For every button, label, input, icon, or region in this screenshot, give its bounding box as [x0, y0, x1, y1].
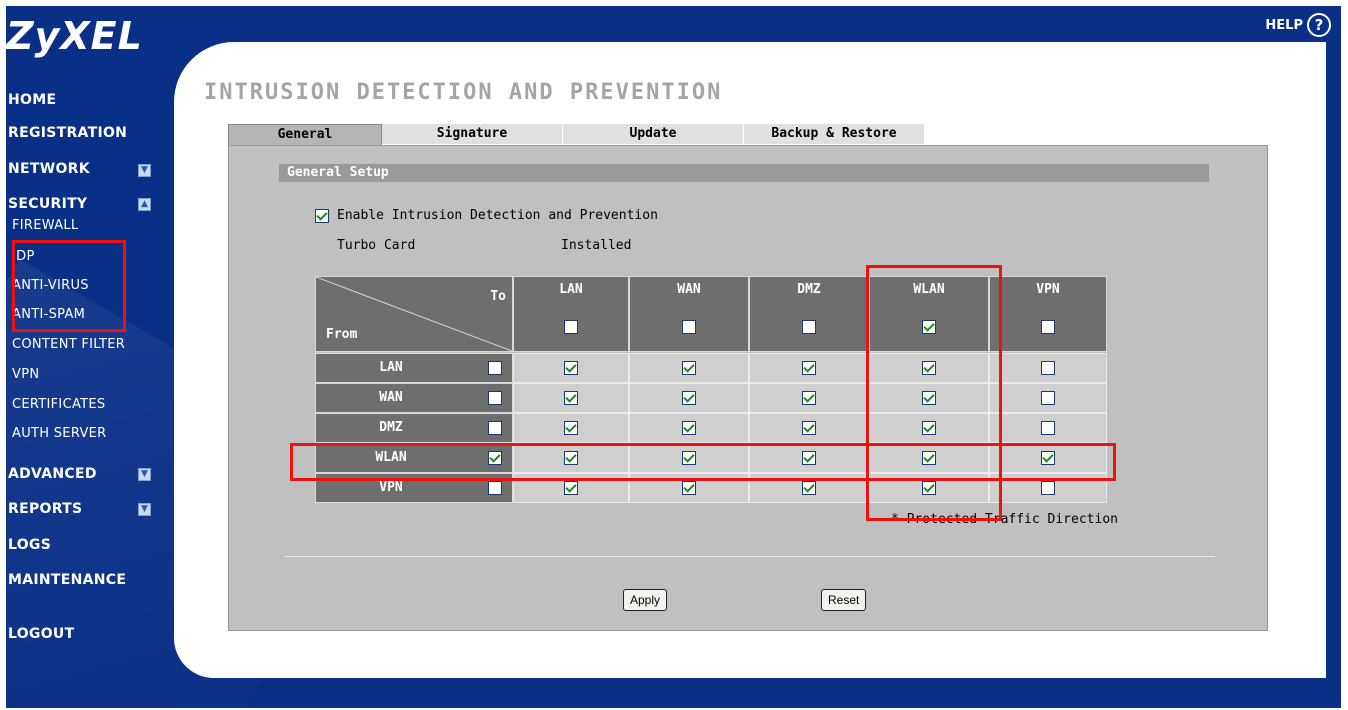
direction-checkbox[interactable]	[802, 481, 816, 495]
collapse-icon[interactable]: ▲	[138, 198, 151, 211]
direction-checkbox[interactable]	[564, 481, 578, 495]
nav-home[interactable]: HOME	[8, 92, 56, 108]
tab-update[interactable]: Update	[563, 124, 744, 144]
row-header-lan: LAN	[315, 353, 513, 383]
matrix-cell	[989, 413, 1107, 443]
direction-checkbox[interactable]	[802, 361, 816, 375]
direction-checkbox[interactable]	[682, 481, 696, 495]
col-all-checkbox[interactable]	[682, 319, 696, 334]
row-header-wan: WAN	[315, 383, 513, 413]
enable-idp-row: Enable Intrusion Detection and Preventio…	[315, 208, 658, 223]
row-label: DMZ	[379, 420, 403, 435]
nav-logs[interactable]: LOGS	[8, 537, 51, 553]
direction-checkbox[interactable]	[1041, 421, 1055, 435]
col-header-lan: LAN	[513, 276, 629, 352]
tab-general[interactable]: General	[228, 124, 382, 146]
direction-checkbox[interactable]	[564, 361, 578, 375]
nav-vpn[interactable]: VPN	[12, 367, 39, 382]
matrix-cell	[513, 383, 629, 413]
page-title: INTRUSION DETECTION AND PREVENTION	[204, 80, 723, 105]
sidebar-nav: HOME REGISTRATION NETWORK ▼ SECURITY ▲ F…	[6, 6, 166, 706]
highlight-box	[12, 240, 126, 332]
matrix-cell	[629, 353, 749, 383]
nav-content-filter[interactable]: CONTENT FILTER	[12, 337, 125, 352]
col-header-dmz: DMZ	[749, 276, 869, 352]
highlight-box	[866, 265, 1002, 521]
apply-button[interactable]: Apply	[623, 589, 668, 611]
col-all-checkbox[interactable]	[564, 319, 578, 334]
section-title: General Setup	[279, 164, 1209, 182]
general-panel: General Setup Enable Intrusion Detection…	[228, 145, 1268, 631]
turbo-card-label: Turbo Card	[337, 238, 416, 253]
col-label: WAN	[677, 282, 701, 297]
row-label: WAN	[379, 390, 403, 405]
row-all-checkbox[interactable]	[488, 481, 502, 495]
matrix-cell	[749, 383, 869, 413]
direction-checkbox[interactable]	[682, 361, 696, 375]
nav-registration[interactable]: REGISTRATION	[8, 125, 127, 141]
direction-checkbox[interactable]	[682, 421, 696, 435]
matrix-cell	[749, 353, 869, 383]
expand-icon[interactable]: ▼	[138, 503, 151, 516]
turbo-card-value: Installed	[561, 238, 632, 253]
direction-checkbox[interactable]	[564, 421, 578, 435]
nav-reports[interactable]: REPORTS	[8, 501, 82, 517]
col-label: DMZ	[797, 282, 821, 297]
direction-checkbox[interactable]	[564, 391, 578, 405]
row-label: VPN	[379, 480, 403, 495]
enable-idp-checkbox[interactable]	[315, 208, 329, 223]
row-header-dmz: DMZ	[315, 413, 513, 443]
nav-maintenance[interactable]: MAINTENANCE	[8, 572, 126, 588]
tab-signature[interactable]: Signature	[382, 124, 563, 144]
direction-checkbox[interactable]	[1041, 361, 1055, 375]
direction-checkbox[interactable]	[802, 391, 816, 405]
col-label: LAN	[559, 282, 583, 297]
reset-button[interactable]: Reset	[821, 589, 867, 611]
nav-certificates[interactable]: CERTIFICATES	[12, 397, 105, 412]
row-all-checkbox[interactable]	[488, 391, 502, 405]
expand-icon[interactable]: ▼	[138, 164, 151, 177]
matrix-cell	[989, 353, 1107, 383]
nav-firewall[interactable]: FIREWALL	[12, 218, 78, 233]
from-label: From	[326, 327, 358, 342]
col-all-checkbox[interactable]	[802, 319, 816, 334]
to-label: To	[490, 289, 506, 304]
matrix-cell	[513, 413, 629, 443]
direction-checkbox[interactable]	[682, 391, 696, 405]
divider	[285, 556, 1215, 557]
help-icon[interactable]: ?	[1307, 13, 1331, 37]
nav-security[interactable]: SECURITY	[8, 196, 87, 212]
nav-advanced[interactable]: ADVANCED	[8, 466, 97, 482]
help-link[interactable]: HELP ?	[1265, 13, 1331, 37]
tab-backup-restore[interactable]: Backup & Restore	[744, 124, 925, 144]
expand-icon[interactable]: ▼	[138, 468, 151, 481]
col-label: VPN	[1036, 282, 1060, 297]
direction-checkbox[interactable]	[1041, 391, 1055, 405]
matrix-cell	[749, 413, 869, 443]
col-header-vpn: VPN	[989, 276, 1107, 352]
enable-idp-label: Enable Intrusion Detection and Preventio…	[337, 208, 658, 223]
nav-network[interactable]: NETWORK	[8, 161, 90, 177]
matrix-cell	[513, 353, 629, 383]
direction-checkbox[interactable]	[802, 421, 816, 435]
row-all-checkbox[interactable]	[488, 421, 502, 435]
row-label: LAN	[379, 360, 403, 375]
nav-auth-server[interactable]: AUTH SERVER	[12, 426, 106, 441]
col-header-wan: WAN	[629, 276, 749, 352]
direction-checkbox[interactable]	[1041, 481, 1055, 495]
col-all-checkbox[interactable]	[1041, 319, 1055, 334]
matrix-cell	[629, 383, 749, 413]
matrix-cell	[629, 413, 749, 443]
row-all-checkbox[interactable]	[488, 361, 502, 375]
matrix-cell	[989, 383, 1107, 413]
matrix-corner: To From	[315, 276, 513, 352]
highlight-box	[290, 443, 1116, 481]
nav-logout[interactable]: LOGOUT	[8, 626, 74, 642]
help-label[interactable]: HELP	[1265, 18, 1303, 33]
